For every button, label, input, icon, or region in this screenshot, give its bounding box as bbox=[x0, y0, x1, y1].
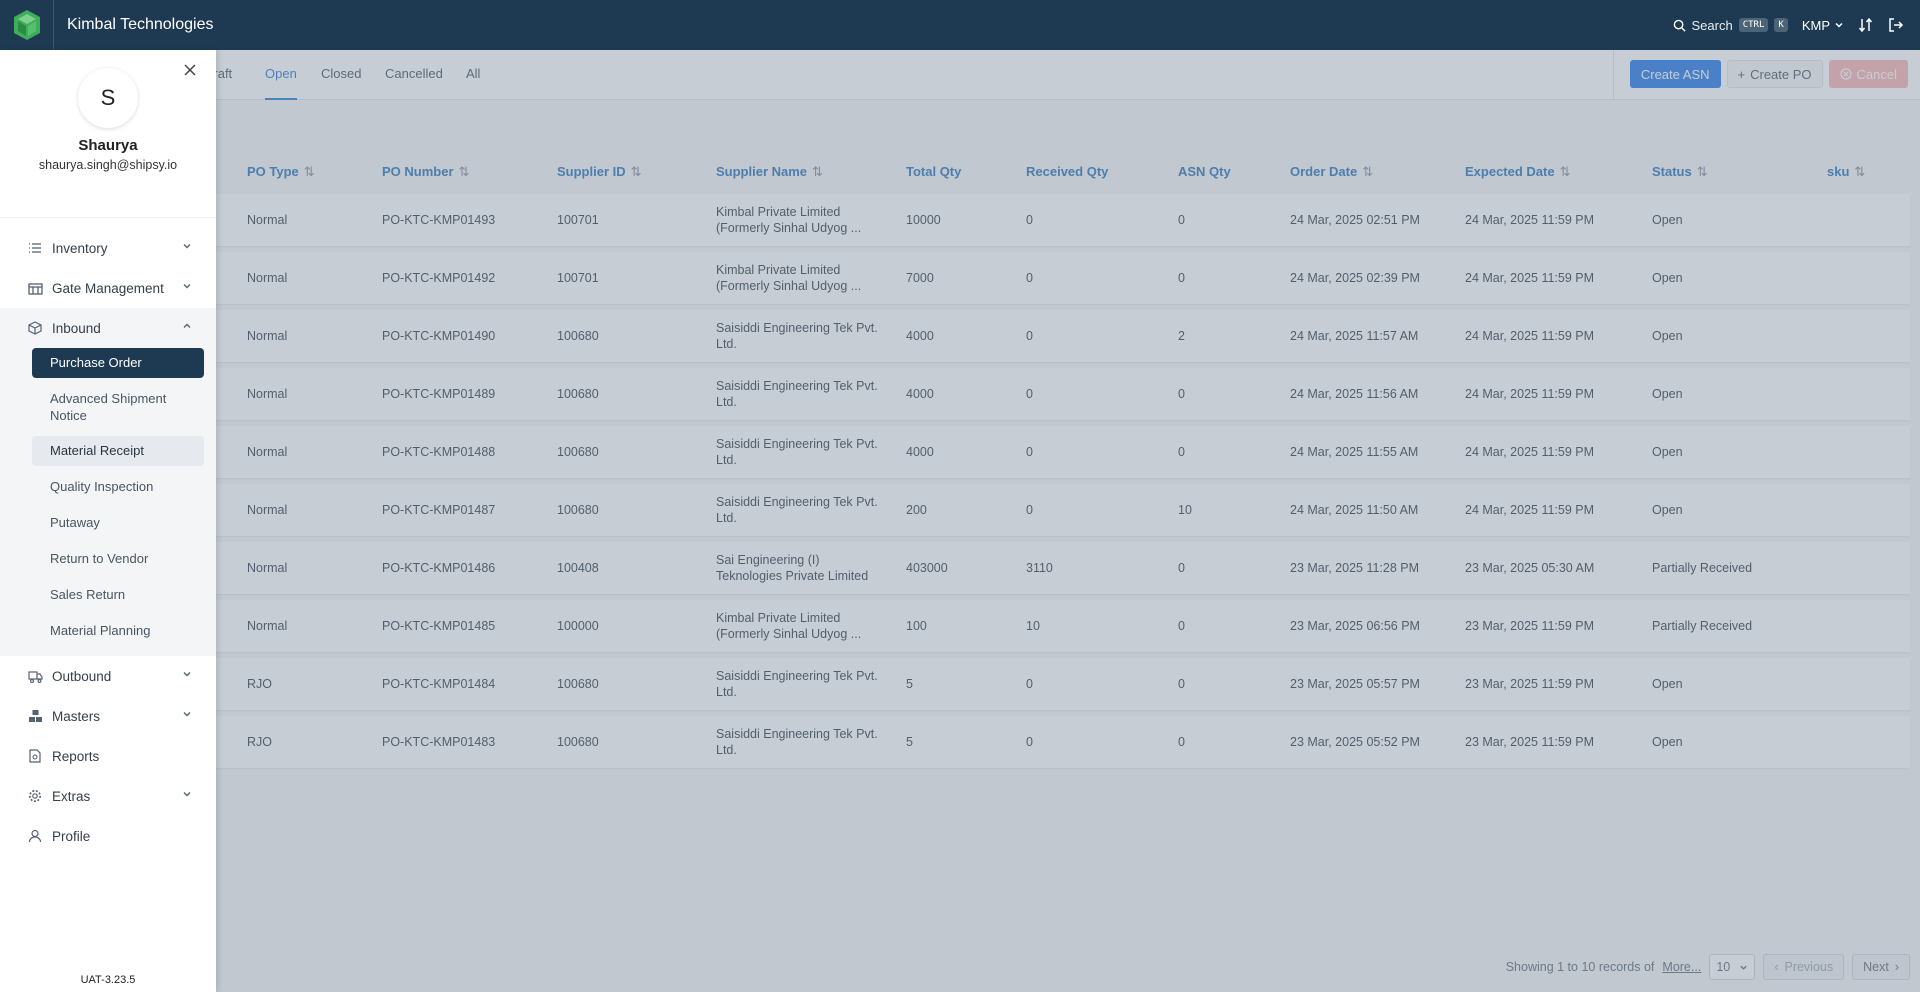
sidebar-item-label: Outbound bbox=[52, 668, 112, 684]
sidebar-item-label: Masters bbox=[52, 708, 101, 724]
sidebar-drawer: S Shaurya shaurya.singh@shipsy.io Invent… bbox=[0, 50, 216, 992]
sidebar-subitem-purchase-order[interactable]: Purchase Order bbox=[32, 348, 204, 378]
sidebar-item-profile[interactable]: Profile bbox=[0, 816, 216, 856]
sidebar-subitem-sales-return[interactable]: Sales Return bbox=[32, 580, 204, 610]
chevron-down-icon bbox=[1835, 22, 1843, 28]
sidebar-nav: Inventory Gate Management Inbound Purcha… bbox=[0, 218, 216, 856]
sidebar-item-inbound[interactable]: Inbound bbox=[0, 308, 216, 348]
top-bar: Kimbal Technologies Search CTRL K KMP bbox=[0, 0, 1920, 50]
logo-icon bbox=[13, 10, 40, 40]
user-name: Shaurya bbox=[78, 137, 138, 154]
shortcut-ctrl: CTRL bbox=[1738, 18, 1769, 32]
cubes-icon bbox=[27, 708, 43, 724]
sidebar-item-label: Inbound bbox=[52, 320, 101, 336]
sort-icon[interactable] bbox=[1858, 17, 1874, 33]
chevron-down-icon bbox=[183, 792, 191, 797]
box-icon bbox=[27, 320, 43, 336]
sidebar-item-label: Extras bbox=[52, 788, 91, 804]
sidebar-item-gate-management[interactable]: Gate Management bbox=[0, 268, 216, 308]
app-logo[interactable] bbox=[0, 0, 54, 50]
sidebar-item-inventory[interactable]: Inventory bbox=[0, 228, 216, 268]
chevron-up-icon bbox=[183, 323, 191, 328]
list-icon bbox=[27, 240, 43, 256]
sidebar-item-label: Inventory bbox=[52, 240, 108, 256]
sidebar-item-outbound[interactable]: Outbound bbox=[0, 656, 216, 696]
sidebar-subitem-putaway[interactable]: Putaway bbox=[32, 508, 204, 538]
shortcut-k: K bbox=[1774, 18, 1788, 32]
logout-icon[interactable] bbox=[1888, 17, 1904, 33]
app-title: Kimbal Technologies bbox=[67, 16, 214, 33]
search-label: Search bbox=[1691, 17, 1733, 33]
drawer-backdrop[interactable] bbox=[0, 50, 1920, 992]
chevron-down-icon bbox=[183, 712, 191, 717]
sidebar-subitem-quality-inspection[interactable]: Quality Inspection bbox=[32, 472, 204, 502]
chevron-down-icon bbox=[183, 672, 191, 677]
sidebar-item-label: Gate Management bbox=[52, 280, 164, 296]
user-icon bbox=[27, 828, 43, 844]
sidebar-item-extras[interactable]: Extras bbox=[0, 776, 216, 816]
org-label: KMP bbox=[1801, 17, 1830, 33]
sidebar-subitem-material-planning[interactable]: Material Planning bbox=[32, 616, 204, 646]
user-email: shaurya.singh@shipsy.io bbox=[38, 158, 178, 172]
chevron-down-icon bbox=[183, 244, 191, 249]
sidebar-item-label: Profile bbox=[52, 828, 91, 844]
inbound-group: Inbound Purchase Order Advanced Shipment… bbox=[0, 308, 216, 656]
report-icon bbox=[27, 748, 43, 764]
app-version: UAT-3.23.5 bbox=[80, 974, 136, 986]
close-sidebar-button[interactable] bbox=[180, 60, 200, 80]
user-profile: S Shaurya shaurya.singh@shipsy.io bbox=[0, 68, 216, 218]
sidebar-subitem-material-receipt[interactable]: Material Receipt bbox=[32, 436, 204, 466]
gear-icon bbox=[27, 788, 43, 804]
search-icon bbox=[1673, 19, 1686, 32]
sidebar-item-label: Reports bbox=[52, 748, 100, 764]
avatar: S bbox=[78, 68, 138, 128]
org-selector[interactable]: KMP bbox=[1802, 18, 1844, 33]
sidebar-subitem-return-to-vendor[interactable]: Return to Vendor bbox=[32, 544, 204, 574]
close-icon bbox=[184, 64, 196, 76]
global-search[interactable]: Search CTRL K bbox=[1673, 18, 1788, 33]
gate-icon bbox=[27, 280, 43, 296]
sidebar-item-masters[interactable]: Masters bbox=[0, 696, 216, 736]
chevron-down-icon bbox=[183, 284, 191, 289]
sidebar-item-reports[interactable]: Reports bbox=[0, 736, 216, 776]
truck-icon bbox=[27, 668, 43, 684]
sidebar-subitem-advanced-shipment-notice[interactable]: Advanced Shipment Notice bbox=[32, 384, 204, 430]
